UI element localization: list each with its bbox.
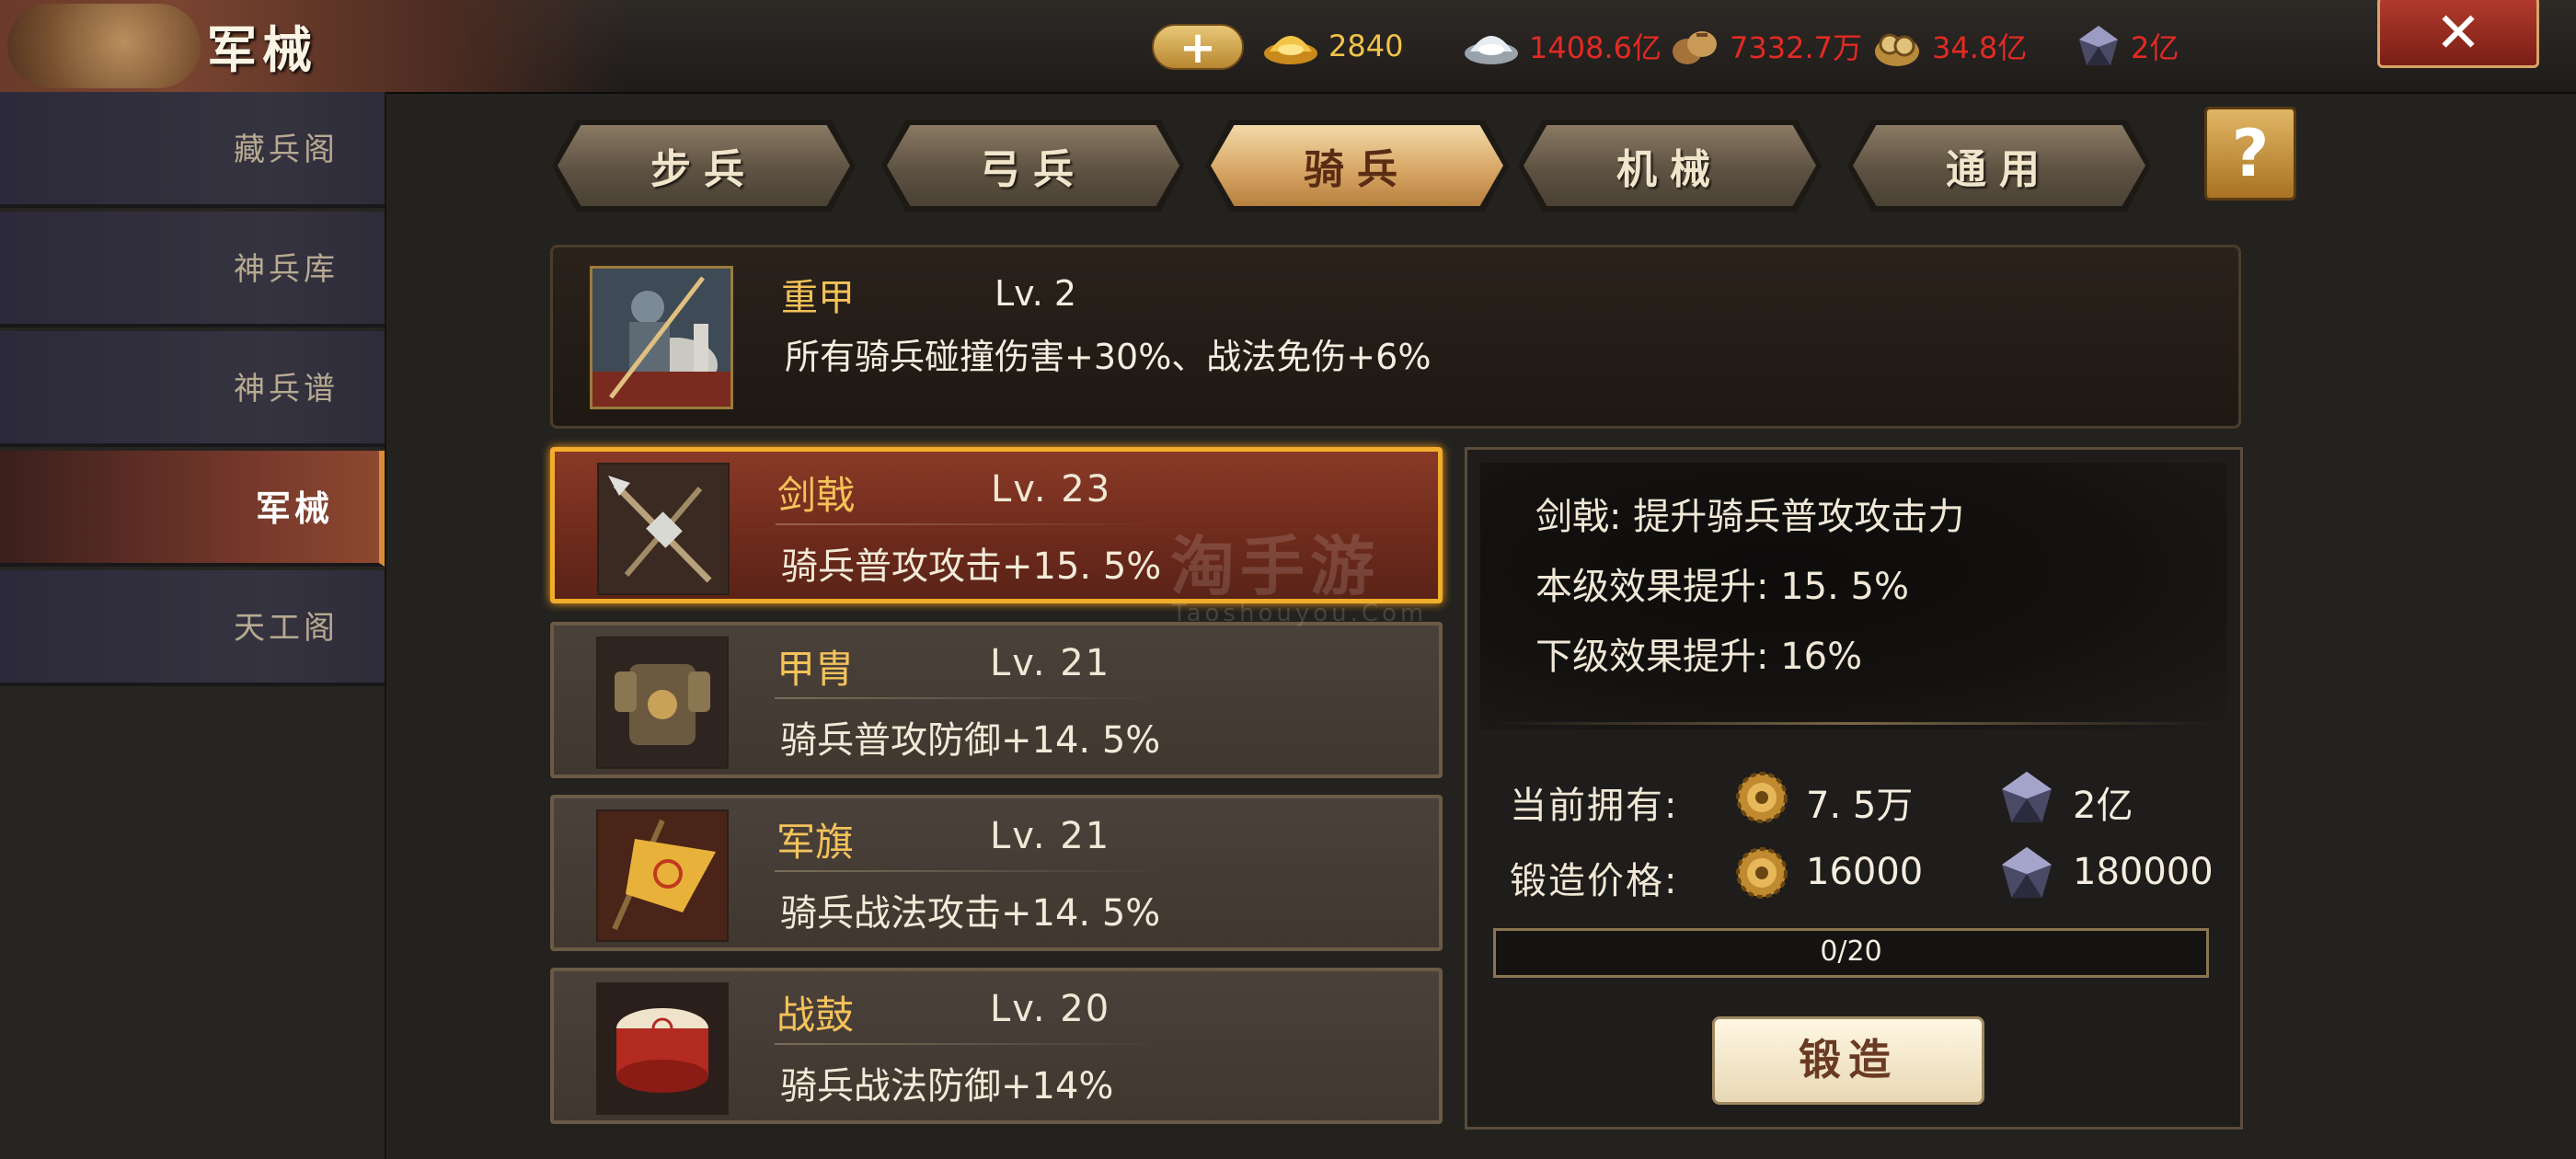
armor-thumbnail: [596, 637, 729, 769]
cost-label: 锻造价格:: [1510, 860, 1679, 902]
equipment-level: Lv. 23: [991, 468, 1112, 511]
equipment-effect: 骑兵战法防御+14%: [780, 1065, 1114, 1107]
equipment-item-jiazhou[interactable]: 甲胄 Lv. 21 骑兵普攻防御+14. 5%: [550, 622, 1443, 778]
watermark: 淘手游: [1170, 529, 1380, 604]
tab-label: 步兵: [558, 125, 850, 206]
sidebar-item-tiangongge[interactable]: 天工阁: [0, 570, 385, 686]
war-drum-icon: [598, 984, 727, 1113]
recharge-button[interactable]: +: [1152, 24, 1244, 70]
owned-gear-amount: 7. 5万: [1806, 785, 1914, 827]
gold-amount: 2840: [1328, 29, 1404, 63]
tab-infantry[interactable]: 步兵: [552, 120, 856, 212]
sidebar: 藏兵阁 神兵库 神兵谱 军械 天工阁: [0, 92, 386, 1159]
tab-label: 弓兵: [887, 125, 1179, 206]
coin-amount: 34.8亿: [1932, 30, 2028, 65]
divider: [776, 523, 1162, 525]
equipment-name: 甲胄: [776, 647, 855, 692]
gold-ingot-icon: [1264, 36, 1317, 64]
resource-food: 7332.7万: [1669, 20, 1862, 72]
detail-title: 剑戟: 提升骑兵普攻攻击力: [1535, 496, 1965, 538]
gear-material-icon: [1736, 847, 1788, 899]
resource-gold: 2840: [1262, 20, 1403, 72]
detail-current-effect: 本级效果提升: 15. 5%: [1535, 566, 1909, 608]
food-amount: 7332.7万: [1730, 30, 1862, 65]
banner-flag-thumbnail: [596, 809, 729, 942]
drum-thumbnail: [596, 982, 729, 1115]
help-button[interactable]: ?: [2204, 107, 2296, 201]
banner-description: 所有骑兵碰撞伤害+30%、战法免伤+6%: [785, 337, 1432, 377]
detail-panel: 剑戟: 提升骑兵普攻攻击力 本级效果提升: 15. 5% 下级效果提升: 16%…: [1465, 447, 2243, 1130]
equipment-name: 战鼓: [776, 993, 855, 1038]
equipment-level: Lv. 20: [990, 988, 1111, 1030]
dragon-emblem-icon: [7, 4, 201, 88]
equipment-effect: 骑兵战法攻击+14. 5%: [780, 892, 1161, 935]
heavy-armor-banner: 重甲 Lv. 2 所有骑兵碰撞伤害+30%、战法免伤+6%: [550, 245, 2241, 429]
resource-silver: 1408.6亿: [1463, 20, 1662, 72]
armor-icon: [598, 638, 727, 767]
resource-coin: 34.8亿: [1871, 20, 2027, 72]
tab-label: 通用: [1853, 125, 2145, 206]
sidebar-item-cangbingge[interactable]: 藏兵阁: [0, 92, 385, 208]
divider: [775, 697, 1161, 699]
close-button[interactable]: ✕: [2377, 0, 2539, 68]
owned-label: 当前拥有:: [1510, 785, 1679, 827]
equipment-effect: 骑兵普攻防御+14. 5%: [780, 719, 1161, 762]
equipment-item-junqi[interactable]: 军旗 Lv. 21 骑兵战法攻击+14. 5%: [550, 795, 1443, 951]
tab-general[interactable]: 通用: [1847, 120, 2151, 212]
crystal-icon: [2002, 771, 2052, 822]
resource-crystal: 2亿: [2076, 20, 2179, 72]
coin-pouch-icon: [1875, 33, 1919, 66]
banner-name: 重甲: [781, 277, 855, 319]
gear-material-icon: [1736, 772, 1788, 823]
forge-button[interactable]: 锻造: [1712, 1016, 1984, 1105]
equipment-name: 剑戟: [777, 473, 856, 518]
divider: [775, 870, 1161, 872]
cost-gear-amount: 16000: [1806, 851, 1924, 893]
watermark-sub: Taoshouyou.Com: [1172, 600, 1428, 627]
tab-label: 机械: [1524, 125, 1816, 206]
detail-divider: [1495, 722, 2213, 725]
halberd-icon: [599, 465, 728, 593]
tab-cavalry[interactable]: 骑兵: [1205, 120, 1509, 212]
page-title: 军械: [207, 21, 317, 79]
crystal-amount: 2亿: [2131, 30, 2179, 65]
title-plate: 军械: [0, 0, 626, 92]
silver-ingot-icon: [1465, 36, 1518, 64]
owned-crystal-amount: 2亿: [2073, 785, 2133, 827]
sidebar-item-junxie[interactable]: 军械: [0, 451, 385, 567]
equipment-item-zhangu[interactable]: 战鼓 Lv. 20 骑兵战法防御+14%: [550, 968, 1443, 1124]
crystal-icon: [2079, 26, 2118, 65]
tab-machinery[interactable]: 机械: [1518, 120, 1822, 212]
tab-archer[interactable]: 弓兵: [881, 120, 1185, 212]
equipment-effect: 骑兵普攻攻击+15. 5%: [781, 545, 1162, 588]
top-bar: 军械 + 2840 1408.6亿 7332.7万 34.8亿 2亿 ✕: [0, 0, 2576, 94]
sidebar-item-shenbingpu[interactable]: 神兵谱: [0, 331, 385, 447]
armored-rider-icon: [592, 269, 730, 407]
equipment-level: Lv. 21: [990, 642, 1111, 684]
halberd-thumbnail: [597, 463, 730, 595]
grain-sack-icon: [1673, 31, 1717, 64]
equipment-level: Lv. 21: [990, 815, 1111, 857]
banner-level: Lv. 2: [995, 273, 1077, 314]
equipment-name: 军旗: [776, 820, 855, 865]
crystal-icon: [2002, 846, 2052, 898]
detail-next-effect: 下级效果提升: 16%: [1535, 636, 1863, 678]
divider: [775, 1043, 1161, 1045]
cost-crystal-amount: 180000: [2073, 851, 2214, 893]
progress-text: 0/20: [1820, 935, 1882, 968]
war-flag-icon: [598, 811, 727, 940]
sidebar-item-shenbingku[interactable]: 神兵库: [0, 212, 385, 327]
tab-label: 骑兵: [1211, 125, 1503, 206]
cavalry-portrait: [590, 266, 733, 409]
forge-progress-bar: 0/20: [1493, 928, 2209, 978]
silver-amount: 1408.6亿: [1529, 30, 1662, 65]
